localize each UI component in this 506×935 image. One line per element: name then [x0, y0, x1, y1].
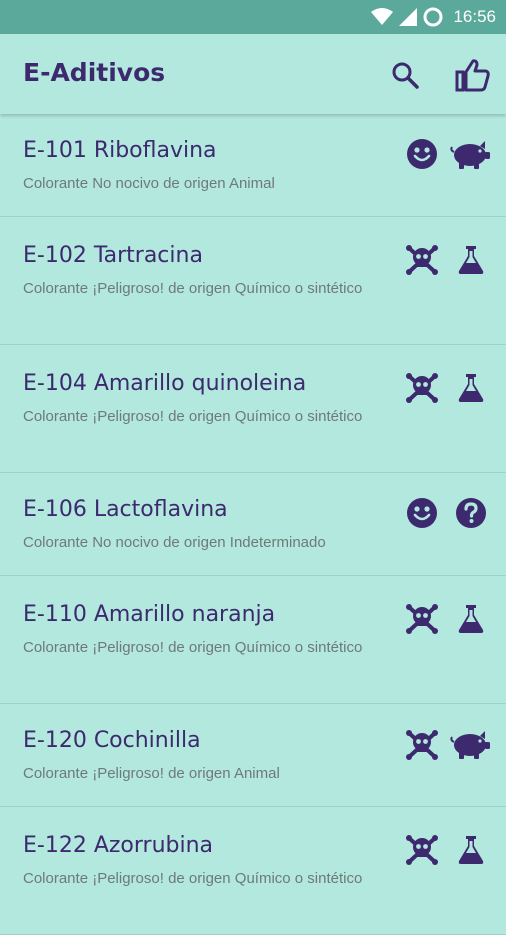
additive-name: E-106 Lactoflavina: [23, 497, 228, 522]
additive-description: Colorante ¡Peligroso! de origen Animal: [23, 765, 280, 782]
additive-description: Colorante No nocivo de origen Animal: [23, 175, 275, 192]
smile-icon: [406, 497, 438, 529]
skull-crossbones-icon: [406, 602, 438, 634]
additive-name: E-110 Amarillo naranja: [23, 602, 276, 627]
skull-crossbones-icon: [406, 833, 438, 865]
clock: 16:56: [453, 7, 496, 26]
additive-name: E-120 Cochinilla: [23, 728, 201, 753]
list-item[interactable]: E-102 Tartracina Colorante ¡Peligroso! de…: [0, 217, 506, 345]
additive-description: Colorante ¡Peligroso! de origen Químico …: [23, 280, 363, 297]
additive-name: E-104 Amarillo quinoleina: [23, 371, 307, 396]
flask-icon: [455, 602, 495, 634]
app-title: E-Aditivos: [23, 58, 166, 87]
flask-icon: [455, 243, 495, 275]
flask-icon: [455, 371, 495, 403]
thumbs-up-icon[interactable]: [455, 58, 491, 92]
additive-description: Colorante ¡Peligroso! de origen Químico …: [23, 639, 363, 656]
pig-icon: [450, 138, 490, 170]
skull-crossbones-icon: [406, 728, 438, 760]
additive-description: Colorante ¡Peligroso! de origen Químico …: [23, 870, 363, 887]
list-item[interactable]: E-110 Amarillo naranja Colorante ¡Peligro…: [0, 576, 506, 704]
pig-icon: [450, 728, 490, 760]
additive-description: Colorante ¡Peligroso! de origen Químico …: [23, 408, 363, 425]
app-bar: E-Aditivos: [0, 34, 506, 114]
list-item[interactable]: E-106 Lactoflavina Colorante No nocivo de…: [0, 473, 506, 576]
signal-icon: [399, 8, 418, 26]
status-bar: 16:56: [0, 0, 506, 34]
list-item[interactable]: E-104 Amarillo quinoleina Colorante ¡Peli…: [0, 345, 506, 473]
wifi-icon: [371, 8, 394, 25]
list-item[interactable]: E-120 Cochinilla Colorante ¡Peligroso! de…: [0, 704, 506, 807]
additive-name: E-122 Azorrubina: [23, 833, 214, 858]
battery-icon: [423, 7, 443, 27]
list-item[interactable]: E-101 Riboflavina Colorante No nocivo de …: [0, 114, 506, 217]
question-icon: [455, 497, 495, 529]
list-item[interactable]: E-122 Azorrubina Colorante ¡Peligroso! de…: [0, 807, 506, 935]
additive-name: E-101 Riboflavina: [23, 138, 217, 163]
skull-crossbones-icon: [406, 243, 438, 275]
search-icon[interactable]: [390, 60, 420, 90]
skull-crossbones-icon: [406, 371, 438, 403]
additives-list: E-101 Riboflavina Colorante No nocivo de …: [0, 114, 506, 935]
flask-icon: [455, 833, 495, 865]
smile-icon: [406, 138, 438, 170]
additive-name: E-102 Tartracina: [23, 243, 203, 268]
additive-description: Colorante No nocivo de origen Indetermin…: [23, 534, 326, 551]
